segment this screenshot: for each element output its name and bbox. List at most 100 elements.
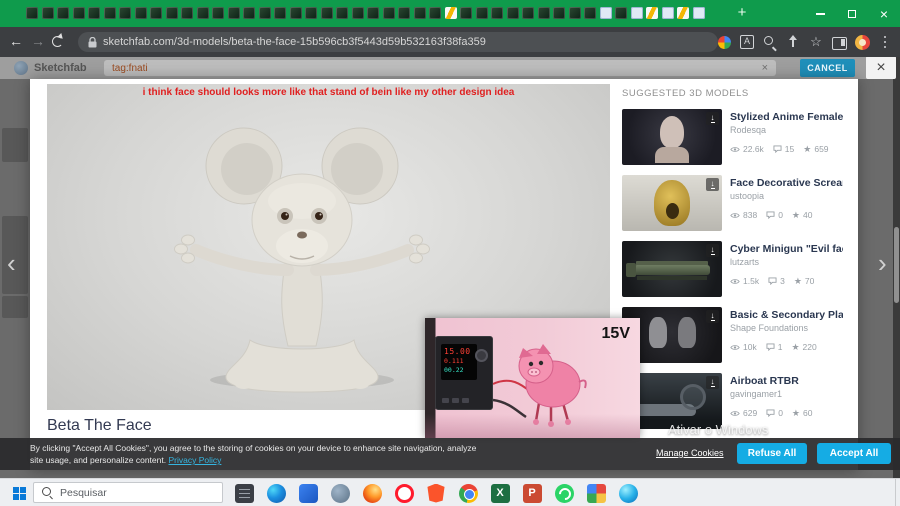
bookmark-icon[interactable] bbox=[807, 33, 825, 51]
google-icon[interactable] bbox=[715, 33, 733, 51]
tab-model-icon[interactable] bbox=[475, 7, 488, 19]
tab-model-icon[interactable] bbox=[88, 7, 100, 19]
excel-icon[interactable] bbox=[484, 479, 516, 506]
suggested-model-card[interactable]: ↓ Cyber Minigun "Evil face" lutzarts 1.5… bbox=[622, 241, 843, 299]
scrollbar-thumb[interactable] bbox=[894, 227, 899, 303]
cancel-button[interactable]: CANCEL bbox=[800, 59, 855, 77]
browser-blue-icon[interactable] bbox=[612, 479, 644, 506]
tab-model-icon[interactable] bbox=[165, 7, 178, 19]
tab-bolt-icon[interactable] bbox=[677, 7, 689, 19]
refuse-all-button[interactable]: Refuse All bbox=[737, 443, 807, 464]
back-icon[interactable]: ← bbox=[6, 33, 26, 49]
tab-doc-icon[interactable] bbox=[661, 7, 674, 19]
maximize-icon[interactable] bbox=[836, 0, 868, 27]
refresh-icon[interactable] bbox=[52, 36, 72, 47]
search-icon[interactable] bbox=[761, 33, 779, 51]
menu-icon[interactable] bbox=[876, 33, 894, 51]
tab-model-icon[interactable] bbox=[274, 7, 286, 19]
close-icon[interactable]: × bbox=[868, 0, 900, 27]
tab-doc-icon[interactable] bbox=[630, 7, 643, 19]
tab-model-icon[interactable] bbox=[72, 7, 85, 19]
tab-model-icon[interactable] bbox=[150, 7, 162, 19]
sketchfab-logo-icon[interactable] bbox=[14, 61, 28, 75]
avatar-icon[interactable] bbox=[853, 33, 871, 51]
sketchfab-brand[interactable]: Sketchfab bbox=[34, 62, 87, 74]
edge-icon[interactable] bbox=[260, 479, 292, 506]
tab-model-icon[interactable] bbox=[305, 7, 317, 19]
manage-cookies-link[interactable]: Manage Cookies bbox=[656, 448, 724, 458]
tab-model-icon[interactable] bbox=[568, 7, 581, 19]
forward-icon[interactable]: → bbox=[28, 33, 48, 49]
download-icon[interactable]: ↓ bbox=[706, 112, 719, 125]
modal-close-icon[interactable]: × bbox=[866, 56, 896, 79]
download-icon[interactable]: ↓ bbox=[706, 244, 719, 257]
download-icon[interactable]: ↓ bbox=[706, 178, 719, 191]
opera-icon[interactable] bbox=[388, 479, 420, 506]
translate-icon[interactable] bbox=[738, 33, 756, 51]
photos-icon[interactable] bbox=[580, 479, 612, 506]
tab-model-icon[interactable] bbox=[553, 7, 565, 19]
tab-model-icon[interactable] bbox=[413, 7, 426, 19]
tab-model-icon[interactable] bbox=[522, 7, 534, 19]
tab-model-icon[interactable] bbox=[289, 7, 302, 19]
show-desktop-button[interactable] bbox=[895, 479, 900, 506]
tab-model-icon[interactable] bbox=[491, 7, 503, 19]
tab-model-icon[interactable] bbox=[119, 7, 131, 19]
tab-model-icon[interactable] bbox=[258, 7, 271, 19]
tab-model-icon[interactable] bbox=[134, 7, 147, 19]
tab-model-icon[interactable] bbox=[429, 7, 441, 19]
tab-model-icon[interactable] bbox=[382, 7, 395, 19]
tab-model-icon[interactable] bbox=[212, 7, 224, 19]
chrome-icon[interactable] bbox=[452, 479, 484, 506]
address-bar[interactable]: sketchfab.com/3d-models/beta-the-face-15… bbox=[78, 32, 718, 52]
suggested-model-card[interactable]: ↓ Face Decorative Scream... ustoopia 838 bbox=[622, 175, 843, 233]
tab-bolt-icon[interactable] bbox=[444, 7, 457, 19]
brave-icon[interactable] bbox=[420, 479, 452, 506]
accept-all-button[interactable]: Accept All bbox=[817, 443, 891, 464]
tab-model-icon[interactable] bbox=[227, 7, 240, 19]
tab-model-icon[interactable] bbox=[26, 7, 38, 19]
new-tab-button[interactable]: + bbox=[732, 3, 752, 23]
tab-model-icon[interactable] bbox=[196, 7, 209, 19]
suggested-model-card[interactable]: ↓ Stylized Anime Female ... Rodesqa 22.6… bbox=[622, 109, 843, 167]
taskbar-search-input[interactable]: Pesquisar bbox=[33, 482, 223, 503]
app-steel-icon[interactable] bbox=[324, 479, 356, 506]
whatsapp-icon[interactable] bbox=[548, 479, 580, 506]
tab-model-icon[interactable] bbox=[103, 7, 116, 19]
tab-model-icon[interactable] bbox=[320, 7, 333, 19]
tab-model-icon[interactable] bbox=[57, 7, 69, 19]
start-button[interactable] bbox=[6, 479, 32, 506]
app-dark-icon[interactable] bbox=[228, 479, 260, 506]
powerpoint-icon[interactable] bbox=[516, 479, 548, 506]
tab-model-icon[interactable] bbox=[336, 7, 348, 19]
tab-model-icon[interactable] bbox=[506, 7, 519, 19]
site-search-input[interactable]: tag:fnati × bbox=[104, 60, 776, 76]
download-icon[interactable]: ↓ bbox=[706, 310, 719, 323]
tab-model-icon[interactable] bbox=[537, 7, 550, 19]
video-overlay[interactable]: 15.00 0.111 00.22 15V bbox=[425, 318, 640, 438]
tab-model-icon[interactable] bbox=[41, 7, 54, 19]
tab-doc-icon[interactable] bbox=[692, 7, 705, 19]
tab-model-icon[interactable] bbox=[351, 7, 364, 19]
share-icon[interactable] bbox=[784, 33, 802, 51]
carousel-prev-icon[interactable]: ‹ bbox=[7, 250, 16, 276]
tab-model-icon[interactable] bbox=[243, 7, 255, 19]
tab-model-icon[interactable] bbox=[615, 7, 627, 19]
tab-model-icon[interactable] bbox=[398, 7, 410, 19]
tab-doc-icon[interactable] bbox=[599, 7, 612, 19]
suggested-model-card[interactable]: ↓ Basic & Secondary Plan... Shape Founda… bbox=[622, 307, 843, 365]
app-blue-icon[interactable] bbox=[292, 479, 324, 506]
firefox-icon[interactable] bbox=[356, 479, 388, 506]
tab-model-icon[interactable] bbox=[181, 7, 193, 19]
panel-icon[interactable] bbox=[830, 33, 848, 51]
clear-search-icon[interactable]: × bbox=[762, 62, 768, 74]
tab-bolt-icon[interactable] bbox=[646, 7, 658, 19]
carousel-next-icon[interactable]: › bbox=[878, 250, 887, 276]
privacy-policy-link[interactable]: Privacy Policy bbox=[168, 455, 221, 465]
tab-model-icon[interactable] bbox=[460, 7, 472, 19]
tab-model-icon[interactable] bbox=[367, 7, 379, 19]
tab-model-icon[interactable] bbox=[584, 7, 596, 19]
minimize-icon[interactable] bbox=[804, 0, 836, 27]
page-scrollbar[interactable] bbox=[893, 57, 900, 478]
download-icon[interactable]: ↓ bbox=[706, 376, 719, 389]
